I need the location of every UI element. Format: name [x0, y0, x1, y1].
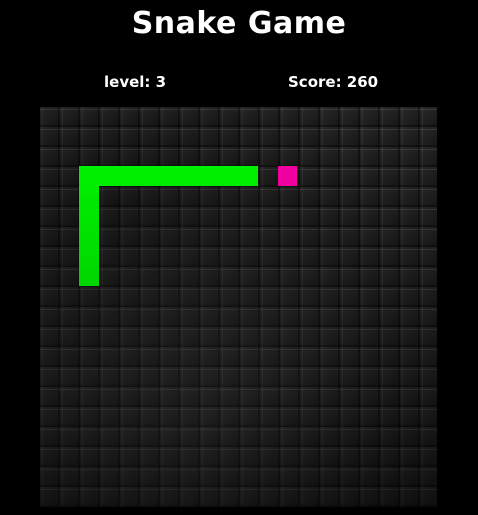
level-indicator: level: 3 — [104, 73, 167, 91]
page-title: Snake Game — [131, 6, 347, 41]
game-page: Snake Game level: 3 Score: 260 — [0, 0, 478, 515]
snake-body-horizontal — [79, 166, 258, 186]
snake-body-vertical — [79, 166, 99, 286]
game-board[interactable] — [40, 107, 437, 507]
score-indicator: Score: 260 — [288, 73, 379, 91]
food-item — [278, 166, 297, 186]
